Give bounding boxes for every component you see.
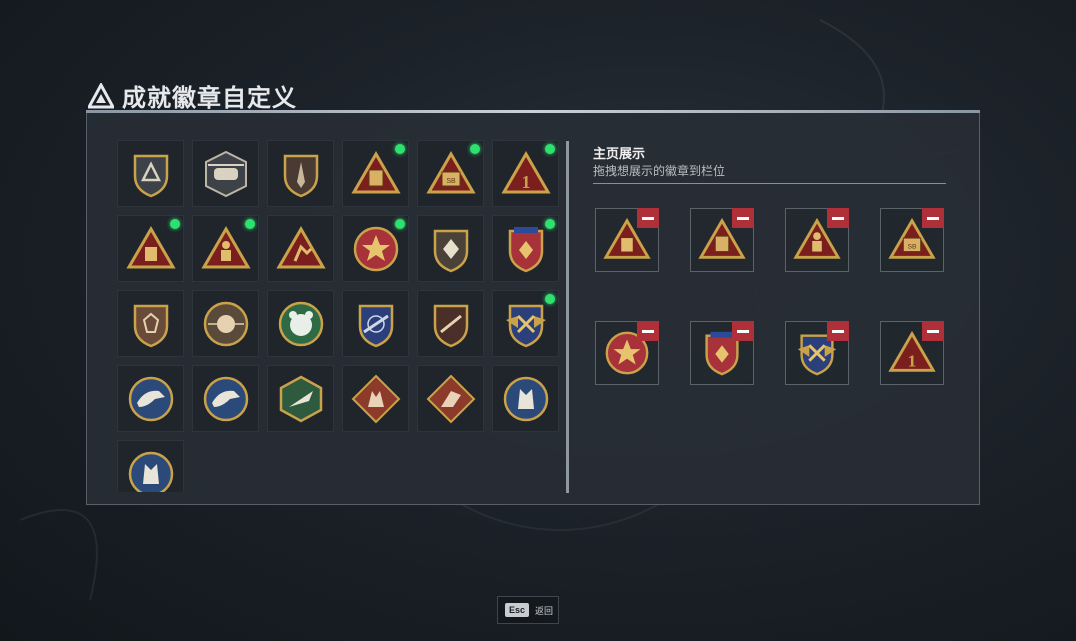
badge-cell[interactable] — [192, 290, 259, 357]
panel-top-border — [86, 110, 980, 113]
blade-shield-badge-icon — [275, 148, 327, 200]
blue-rifle-shield-badge-icon — [350, 298, 402, 350]
new-indicator-dot — [545, 219, 555, 229]
showcase-subtitle: 拖拽想展示的徽章到栏位 — [593, 164, 726, 178]
panel-divider — [566, 141, 569, 493]
badge-cell[interactable] — [417, 290, 484, 357]
badge-cell[interactable] — [492, 365, 559, 432]
badge-cell[interactable] — [192, 215, 259, 282]
badge-cell[interactable] — [417, 365, 484, 432]
badge-cell[interactable] — [492, 290, 559, 357]
remove-badge-button[interactable] — [637, 208, 659, 228]
new-indicator-dot — [545, 144, 555, 154]
skull-crosshair-badge-icon — [200, 298, 252, 350]
badge-cell[interactable] — [267, 365, 334, 432]
minus-icon — [642, 216, 654, 220]
backpack-triangle-badge-icon — [350, 148, 402, 200]
badge-cell[interactable] — [417, 215, 484, 282]
minus-icon — [927, 329, 939, 333]
showcase-slot[interactable] — [595, 321, 659, 385]
badge-cell[interactable] — [117, 440, 184, 492]
minus-icon — [832, 216, 844, 220]
new-indicator-dot — [545, 294, 555, 304]
new-indicator-dot — [470, 144, 480, 154]
svg-text:1: 1 — [521, 172, 530, 192]
soldier-triangle-badge-icon — [200, 223, 252, 275]
back-label: 返回 — [535, 605, 554, 616]
remove-badge-button[interactable] — [637, 321, 659, 341]
showcase-slot[interactable] — [690, 208, 754, 272]
rifle-shield-badge-icon — [425, 298, 477, 350]
showcase-title: 主页展示 — [593, 146, 646, 161]
new-indicator-dot — [245, 219, 255, 229]
minus-icon — [642, 329, 654, 333]
eagle-round-badge-2-icon — [200, 373, 252, 425]
new-indicator-dot — [395, 144, 405, 154]
wolf-round-badge-2-icon — [125, 448, 177, 492]
showcase-slot[interactable]: 1 — [880, 321, 944, 385]
badge-cell[interactable] — [267, 215, 334, 282]
green-bear-badge-icon — [275, 298, 327, 350]
badge-cell[interactable] — [267, 140, 334, 207]
gem-shield-badge-icon — [125, 298, 177, 350]
badge-cell[interactable] — [342, 290, 409, 357]
helicopter-badge-icon — [200, 148, 252, 200]
showcase-slot[interactable] — [785, 321, 849, 385]
minus-icon — [832, 329, 844, 333]
badge-cell[interactable]: 1 — [492, 140, 559, 207]
new-indicator-dot — [170, 219, 180, 229]
delta-shield-badge-icon — [125, 148, 177, 200]
badge-cell[interactable] — [492, 215, 559, 282]
remove-badge-button[interactable] — [922, 321, 944, 341]
svg-text:SB: SB — [446, 178, 456, 185]
badge-customize-panel: SB 1 主页展示 拖拽想展示的徽章到栏位 SB 1 — [86, 110, 980, 505]
number-one-triangle-badge-icon: 1 — [500, 148, 552, 200]
showcase-slot[interactable] — [785, 208, 849, 272]
svg-text:1: 1 — [908, 351, 917, 370]
page-header: 成就徽章自定义 — [88, 78, 297, 113]
svg-text:SB: SB — [908, 244, 917, 251]
badge-cell[interactable] — [117, 290, 184, 357]
runner-triangle-badge-icon — [275, 223, 327, 275]
showcase-slot[interactable] — [595, 208, 659, 272]
triangle-logo-icon — [88, 82, 114, 108]
badge-cell[interactable] — [342, 215, 409, 282]
minus-icon — [927, 216, 939, 220]
blue-star-diamond-shield-badge-icon — [500, 223, 552, 275]
showcase-slot[interactable] — [690, 321, 754, 385]
minus-icon — [737, 329, 749, 333]
remove-badge-button[interactable] — [827, 321, 849, 341]
jet-hexagon-badge-icon — [275, 373, 327, 425]
badge-cell[interactable] — [342, 365, 409, 432]
gold-backpack-triangle-badge-icon — [125, 223, 177, 275]
winged-cross-shield-badge-icon — [500, 298, 552, 350]
showcase-divider — [593, 183, 946, 184]
new-indicator-dot — [395, 219, 405, 229]
esc-key-icon: Esc — [505, 603, 530, 617]
badge-cell[interactable] — [192, 365, 259, 432]
remove-badge-button[interactable] — [827, 208, 849, 228]
minus-icon — [737, 216, 749, 220]
badge-cell[interactable]: SB — [417, 140, 484, 207]
badge-cell[interactable] — [342, 140, 409, 207]
remove-badge-button[interactable] — [732, 321, 754, 341]
badge-cell[interactable] — [117, 215, 184, 282]
back-button[interactable]: Esc 返回 — [497, 596, 559, 624]
badge-cell[interactable] — [117, 365, 184, 432]
badge-cell[interactable] — [267, 290, 334, 357]
badge-cell[interactable] — [192, 140, 259, 207]
page-title: 成就徽章自定义 — [122, 85, 297, 112]
eagle-round-badge-icon — [125, 373, 177, 425]
diamond-shield-badge-icon — [425, 223, 477, 275]
badge-grid[interactable]: SB 1 — [117, 140, 562, 492]
showcase-slot[interactable]: SB — [880, 208, 944, 272]
star-medal-badge-icon — [350, 223, 402, 275]
fighter-diamond-badge-icon — [425, 373, 477, 425]
wolf-diamond-badge-icon — [350, 373, 402, 425]
sb-crate-triangle-badge-icon: SB — [425, 148, 477, 200]
wolf-round-badge-icon — [500, 373, 552, 425]
badge-cell[interactable] — [117, 140, 184, 207]
remove-badge-button[interactable] — [732, 208, 754, 228]
remove-badge-button[interactable] — [922, 208, 944, 228]
